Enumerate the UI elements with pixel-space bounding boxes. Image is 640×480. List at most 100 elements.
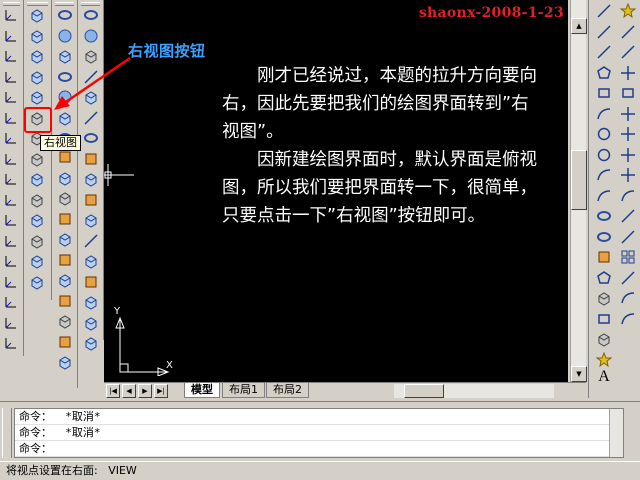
command-window-grip[interactable] [2, 408, 12, 458]
tab-prev-button[interactable]: ◀ [122, 384, 136, 398]
cube2-icon[interactable] [56, 312, 74, 330]
box-icon[interactable] [82, 191, 100, 209]
tab-first-button[interactable]: |◀ [106, 384, 120, 398]
cube-icon[interactable] [56, 230, 74, 248]
line-icon[interactable] [595, 2, 613, 20]
box-icon[interactable] [82, 150, 100, 168]
line-icon[interactable] [619, 43, 637, 61]
star-icon[interactable] [619, 2, 637, 20]
ucs-icon[interactable] [2, 293, 20, 311]
tab-next-button[interactable]: ▶ [138, 384, 152, 398]
ring-icon[interactable] [82, 129, 100, 147]
move-icon[interactable] [619, 146, 637, 164]
box-icon[interactable] [56, 333, 74, 351]
cube-icon[interactable] [56, 271, 74, 289]
command-input[interactable]: 命令： [15, 441, 623, 457]
ucs-icon[interactable] [2, 6, 20, 24]
cube-icon[interactable] [82, 170, 100, 188]
line-icon[interactable] [619, 228, 637, 246]
cube-icon[interactable] [56, 353, 74, 371]
arc-icon[interactable] [595, 187, 613, 205]
cube-icon[interactable] [82, 252, 100, 270]
box-icon[interactable] [56, 251, 74, 269]
ucs-icon[interactable] [2, 68, 20, 86]
circle-icon[interactable] [595, 125, 613, 143]
arc-icon[interactable] [619, 187, 637, 205]
move-icon[interactable] [619, 105, 637, 123]
ucs-icon[interactable] [2, 150, 20, 168]
star-icon[interactable] [595, 351, 613, 369]
ring-icon[interactable] [595, 228, 613, 246]
line-icon[interactable] [619, 269, 637, 287]
ucs-icon[interactable] [2, 27, 20, 45]
scroll-up-button[interactable]: ▲ [571, 18, 587, 34]
circle-icon[interactable] [595, 146, 613, 164]
rect-icon[interactable] [619, 84, 637, 102]
cube2-icon[interactable] [28, 191, 46, 209]
vertical-scrollbar[interactable]: ▲ ▼ [570, 0, 587, 382]
ring-icon[interactable] [595, 207, 613, 225]
line-icon[interactable] [619, 207, 637, 225]
move-icon[interactable] [619, 166, 637, 184]
ucs-icon[interactable] [2, 334, 20, 352]
ring-icon[interactable] [82, 6, 100, 24]
line-icon[interactable] [595, 43, 613, 61]
poly-icon[interactable] [595, 64, 613, 82]
horizontal-scroll-thumb[interactable] [404, 384, 444, 398]
text-tool-button[interactable]: A [595, 368, 613, 386]
tab-model[interactable]: 模型 [184, 383, 220, 398]
sphere-icon[interactable] [56, 27, 74, 45]
arc-icon[interactable] [595, 166, 613, 184]
cube2-icon[interactable] [595, 289, 613, 307]
ucs-icon[interactable] [2, 252, 20, 270]
scroll-down-button[interactable]: ▼ [571, 366, 587, 382]
rect-icon[interactable] [595, 84, 613, 102]
cube-icon[interactable] [82, 334, 100, 352]
cube2-icon[interactable] [595, 330, 613, 348]
move-icon[interactable] [619, 64, 637, 82]
poly-icon[interactable] [595, 269, 613, 287]
command-scrollbar[interactable] [609, 409, 623, 457]
cube2-icon[interactable] [28, 150, 46, 168]
tab-last-button[interactable]: ▶| [154, 384, 168, 398]
ucs-icon[interactable] [2, 88, 20, 106]
ucs-icon[interactable] [2, 109, 20, 127]
cube-icon[interactable] [28, 27, 46, 45]
cube-icon[interactable] [28, 211, 46, 229]
cube-icon[interactable] [28, 6, 46, 24]
cube-icon[interactable] [28, 170, 46, 188]
move-icon[interactable] [619, 125, 637, 143]
tab-layout1[interactable]: 布局1 [222, 383, 265, 398]
ucs-icon[interactable] [2, 314, 20, 332]
sphere-icon[interactable] [82, 27, 100, 45]
ucs-icon[interactable] [2, 191, 20, 209]
tab-layout2[interactable]: 布局2 [266, 383, 309, 398]
cube-icon[interactable] [82, 293, 100, 311]
arc-icon[interactable] [595, 105, 613, 123]
line-icon[interactable] [619, 23, 637, 41]
box-icon[interactable] [595, 248, 613, 266]
cube-icon[interactable] [28, 273, 46, 291]
cube-icon[interactable] [82, 314, 100, 332]
line-icon[interactable] [82, 232, 100, 250]
cube-icon[interactable] [82, 211, 100, 229]
arc-icon[interactable] [619, 289, 637, 307]
box-icon[interactable] [56, 292, 74, 310]
command-history[interactable]: 命令： *取消* 命令： *取消* 命令： [14, 408, 624, 458]
ucs-icon[interactable] [2, 129, 20, 147]
ring-icon[interactable] [56, 6, 74, 24]
arc-icon[interactable] [619, 310, 637, 328]
cube-icon[interactable] [56, 169, 74, 187]
ucs-icon[interactable] [2, 273, 20, 291]
cube2-icon[interactable] [56, 189, 74, 207]
box-icon[interactable] [56, 210, 74, 228]
grid-icon[interactable] [619, 248, 637, 266]
rect-icon[interactable] [595, 310, 613, 328]
ucs-icon[interactable] [2, 211, 20, 229]
line-icon[interactable] [595, 23, 613, 41]
scroll-thumb[interactable] [571, 150, 587, 210]
ucs-icon[interactable] [2, 47, 20, 65]
cube-icon[interactable] [28, 252, 46, 270]
cube2-icon[interactable] [28, 232, 46, 250]
box-icon[interactable] [82, 273, 100, 291]
